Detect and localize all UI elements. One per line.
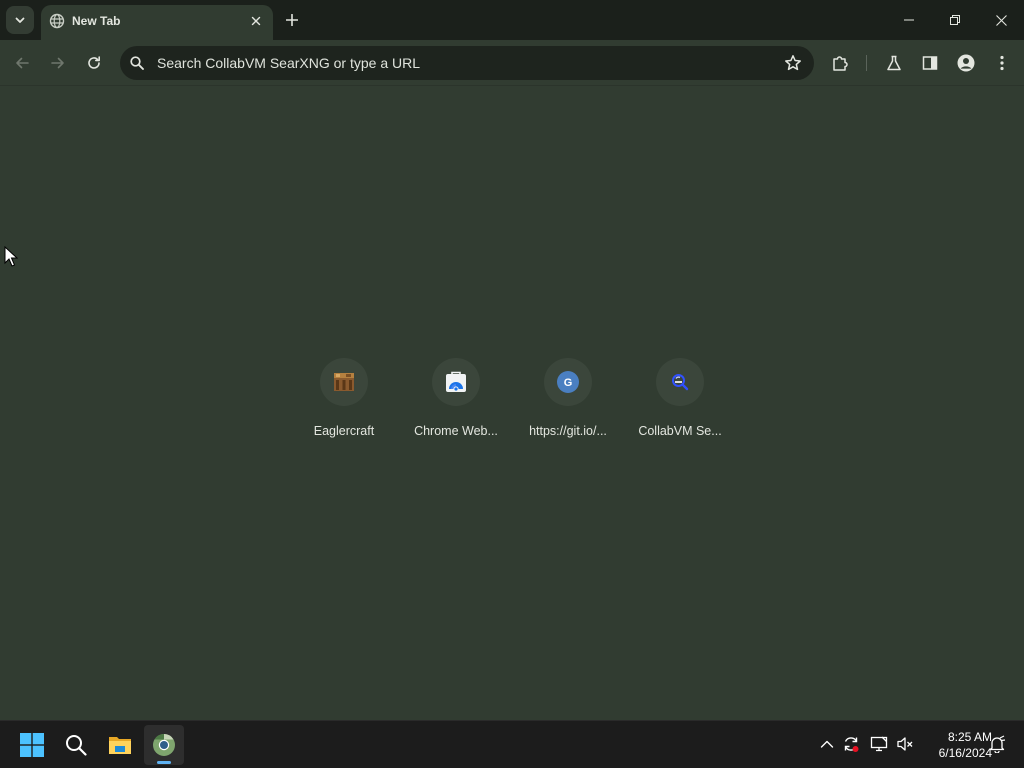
extensions-button[interactable]	[826, 49, 854, 77]
close-icon	[251, 16, 261, 26]
minimize-button[interactable]	[886, 0, 932, 40]
svg-text:G: G	[564, 377, 573, 389]
shortcut-title: Eaglercraft	[313, 424, 375, 438]
labs-button[interactable]	[880, 49, 908, 77]
sync-icon	[844, 737, 859, 752]
minimize-icon	[904, 19, 914, 21]
new-tab-page: Eaglercraft Chrome Web... G https://git.…	[0, 86, 1024, 720]
crafting-table-icon	[334, 373, 354, 391]
volume-muted-icon	[897, 737, 913, 751]
chevron-down-icon	[15, 17, 25, 23]
close-icon	[995, 14, 1007, 26]
shortcut-git-io[interactable]: G https://git.io/...	[512, 358, 624, 450]
clock-date: 6/16/2024	[938, 746, 992, 760]
notifications-button[interactable]	[988, 735, 1006, 753]
search-icon	[130, 56, 144, 70]
profile-avatar-icon	[957, 54, 975, 72]
shortcut-eaglercraft[interactable]: Eaglercraft	[288, 358, 400, 450]
puzzle-piece-icon	[833, 56, 848, 71]
reload-button[interactable]	[80, 49, 108, 77]
reload-icon	[88, 56, 100, 69]
chevron-up-icon	[820, 740, 834, 748]
globe-icon	[49, 13, 65, 29]
tab-close-button[interactable]	[247, 12, 265, 30]
shortcut-icon-container	[656, 358, 704, 406]
bookmark-star-icon[interactable]	[784, 54, 802, 72]
restore-button[interactable]	[932, 0, 978, 40]
tab-new-tab[interactable]: New Tab	[41, 5, 273, 40]
address-bar[interactable]: Search CollabVM SearXNG or type a URL	[120, 46, 814, 80]
menu-button[interactable]	[988, 49, 1016, 77]
browser-toolbar: Search CollabVM SearXNG or type a URL	[0, 40, 1024, 86]
arrow-left-icon	[16, 57, 29, 69]
close-window-button[interactable]	[978, 0, 1024, 40]
shortcut-icon-container	[320, 358, 368, 406]
letter-g-icon: G	[557, 371, 579, 393]
side-panel-button[interactable]	[916, 49, 944, 77]
start-button[interactable]	[12, 725, 52, 765]
windows-logo-icon	[20, 733, 44, 757]
back-button[interactable]	[8, 49, 36, 77]
shortcut-title: Chrome Web...	[414, 424, 498, 438]
sync-status-icon[interactable]	[842, 735, 860, 753]
clock-time: 8:25 AM	[947, 730, 992, 744]
active-app-indicator	[157, 761, 171, 764]
profile-button[interactable]	[952, 49, 980, 77]
tab-strip: New Tab	[0, 0, 1024, 40]
show-hidden-icons-button[interactable]	[818, 735, 836, 753]
taskbar-search-button[interactable]	[56, 725, 96, 765]
volume-status-icon[interactable]	[896, 735, 914, 753]
shortcut-icon-container	[432, 358, 480, 406]
arrow-right-icon	[51, 57, 64, 69]
network-status-icon[interactable]	[870, 735, 888, 753]
chrome-canary-taskbar-button[interactable]	[144, 725, 184, 765]
shortcut-icon-container: G	[544, 358, 592, 406]
tab-search-button[interactable]	[6, 6, 34, 34]
plus-icon	[286, 14, 298, 26]
searxng-icon	[672, 374, 689, 391]
address-bar-placeholder: Search CollabVM SearXNG or type a URL	[157, 55, 420, 71]
folder-icon	[109, 737, 131, 754]
more-vertical-icon	[1000, 55, 1004, 71]
shortcut-title: https://git.io/...	[529, 424, 607, 438]
network-icon	[870, 736, 888, 752]
file-explorer-button[interactable]	[100, 725, 140, 765]
side-panel-icon	[922, 56, 938, 70]
chrome-web-store-icon	[446, 371, 466, 392]
restore-icon	[950, 15, 960, 25]
forward-button[interactable]	[44, 49, 72, 77]
tab-title: New Tab	[72, 14, 121, 28]
shortcut-chrome-web-store[interactable]: Chrome Web...	[400, 358, 512, 450]
flask-icon	[887, 55, 901, 71]
mouse-pointer-icon	[4, 246, 18, 267]
windows-taskbar: 8:25 AM 6/16/2024	[0, 720, 1024, 768]
chrome-browser-icon	[153, 734, 175, 756]
toolbar-divider	[866, 55, 867, 71]
taskbar-clock[interactable]: 8:25 AM 6/16/2024	[916, 729, 992, 761]
shortcut-title: CollabVM Se...	[638, 424, 722, 438]
new-tab-button[interactable]	[280, 8, 304, 32]
notification-bell-icon	[989, 735, 1006, 753]
shortcut-collabvm-searxng[interactable]: CollabVM Se...	[624, 358, 736, 450]
search-icon	[66, 735, 87, 756]
